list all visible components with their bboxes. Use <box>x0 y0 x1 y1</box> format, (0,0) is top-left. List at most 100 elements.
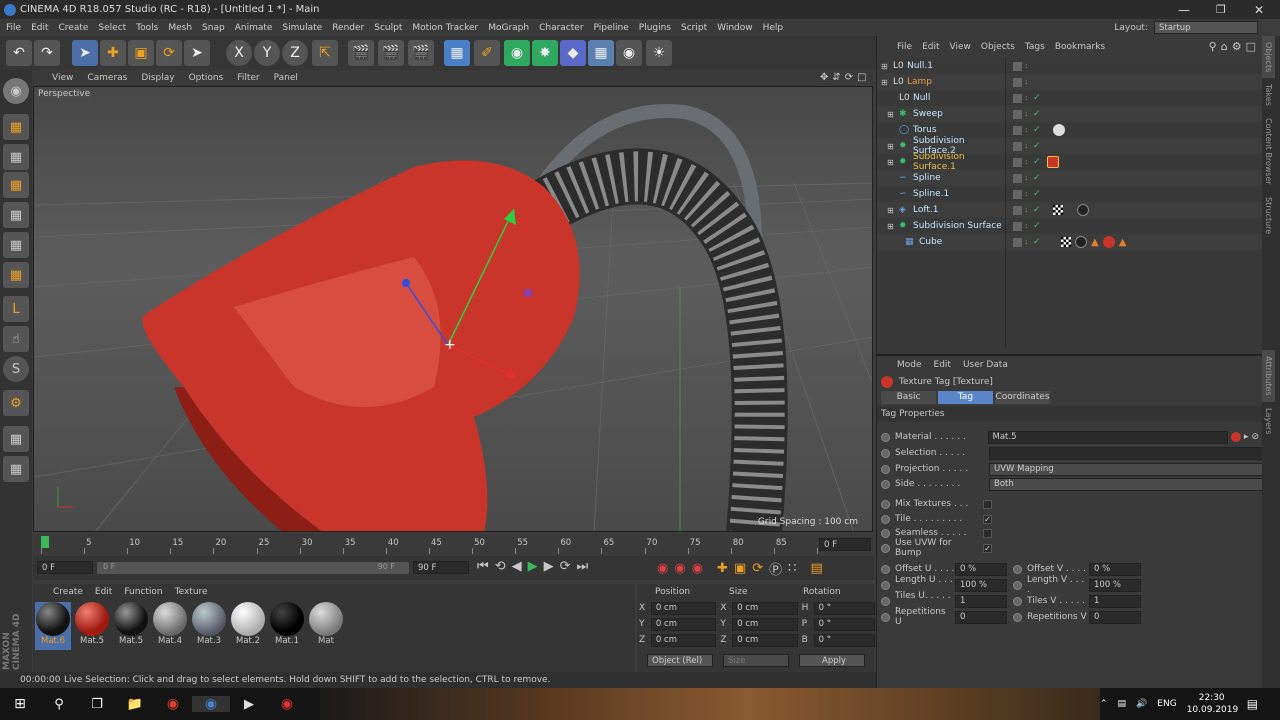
expand-toggle-icon[interactable]: ⊞ <box>887 222 899 231</box>
start-button-icon[interactable]: ⊞ <box>0 696 40 712</box>
size-mode-dropdown[interactable]: Size <box>723 654 789 667</box>
task-view-icon[interactable]: ❐ <box>78 697 116 712</box>
length-v-field[interactable]: 100 % <box>1089 578 1141 592</box>
expand-toggle-icon[interactable]: ⊞ <box>887 158 899 167</box>
menu-motion-tracker[interactable]: Motion Tracker <box>412 23 478 33</box>
material-tag-icon[interactable] <box>1047 156 1059 168</box>
menu-plugins[interactable]: Plugins <box>639 23 671 33</box>
cube-object-icon[interactable]: ▦ <box>444 40 470 66</box>
enabled-check-icon[interactable]: ✓ <box>1033 221 1043 231</box>
point-level-icon[interactable]: ∷ <box>788 561 796 576</box>
expand-icon[interactable]: □ <box>1246 40 1256 53</box>
redo-button[interactable]: ↷ <box>34 40 60 66</box>
checker-tag-icon[interactable] <box>1053 205 1063 215</box>
visibility-dots-icon[interactable]: : <box>1025 62 1033 70</box>
orbit-icon[interactable]: ⟳ <box>845 72 853 83</box>
chrome-icon[interactable]: ◉ <box>154 696 192 712</box>
rep-v-anim-dot[interactable] <box>1013 612 1022 622</box>
tile-anim-dot[interactable] <box>881 514 890 524</box>
clock[interactable]: 22:30 10.09.2019 <box>1187 692 1239 716</box>
minimize-button[interactable]: — <box>1178 3 1190 17</box>
selection-anim-dot[interactable] <box>881 448 890 458</box>
material-item[interactable]: Mat.3 <box>191 602 227 650</box>
tray-expand-icon[interactable]: ⌃ <box>1100 699 1108 709</box>
points-mode-icon[interactable]: ▦ <box>3 202 29 228</box>
visibility-dots-icon[interactable]: : <box>1025 94 1033 102</box>
projection-dropdown[interactable]: UVW Mapping <box>989 462 1269 476</box>
tweak-mode-icon[interactable]: ☝ <box>3 326 29 352</box>
side-dropdown[interactable]: Both <box>989 477 1269 491</box>
expand-toggle-icon[interactable]: ⊞ <box>881 78 893 87</box>
home-icon[interactable]: ⌂ <box>1221 40 1228 53</box>
side-anim-dot[interactable] <box>881 479 890 489</box>
viewport-menu-cameras[interactable]: Cameras <box>87 73 127 83</box>
offset-v-field[interactable]: 0 % <box>1089 562 1141 576</box>
y-axis-button[interactable]: Y <box>254 40 280 66</box>
seamless-anim-dot[interactable] <box>881 528 890 538</box>
previous-key-icon[interactable]: ⟲ <box>495 559 506 574</box>
layer-swatch-icon[interactable] <box>1013 77 1022 87</box>
position-key-icon[interactable]: ✚ <box>717 561 728 576</box>
material-item[interactable]: Mat.5 <box>74 602 110 650</box>
video-app-icon[interactable]: ▶ <box>230 697 268 712</box>
mix-anim-dot[interactable] <box>881 499 890 509</box>
object-row[interactable]: ⊞ L0 Lamp: <box>877 74 1263 90</box>
current-frame-field[interactable]: 0 F <box>819 538 871 551</box>
enabled-check-icon[interactable]: ✓ <box>1033 141 1043 151</box>
visibility-dots-icon[interactable]: : <box>1025 174 1033 182</box>
layer-swatch-icon[interactable] <box>1013 173 1022 183</box>
object-row[interactable]: ▦ Cube: ✓ ▲ ▲ <box>877 234 1263 250</box>
material-item[interactable]: Mat.6 <box>35 602 71 650</box>
material-tag-icon[interactable] <box>1075 236 1087 248</box>
material-link-arrow-icon[interactable]: ▸ <box>1244 432 1249 442</box>
visibility-dots-icon[interactable]: : <box>1025 190 1033 198</box>
side-tab-objects[interactable]: Objects <box>1262 36 1275 79</box>
layout-dropdown[interactable]: Startup <box>1154 21 1258 34</box>
enabled-check-icon[interactable]: ✓ <box>1033 173 1043 183</box>
timeline-window-icon[interactable]: ▤ <box>810 561 822 576</box>
menu-window[interactable]: Window <box>717 23 753 33</box>
autokey-icon[interactable]: ◉ <box>674 561 685 576</box>
visibility-dots-icon[interactable]: : <box>1025 158 1033 166</box>
floor-icon[interactable]: ▦ <box>588 40 614 66</box>
phong-tag-icon[interactable]: ▲ <box>1119 237 1127 248</box>
expand-toggle-icon[interactable]: ⊞ <box>887 110 899 119</box>
visibility-dots-icon[interactable]: : <box>1025 142 1033 150</box>
enabled-check-icon[interactable]: ✓ <box>1033 125 1043 135</box>
length-v-anim-dot[interactable] <box>1013 580 1022 590</box>
zoom-icon[interactable]: ⇵ <box>832 72 840 83</box>
pen-spline-icon[interactable]: ✐ <box>474 40 500 66</box>
frame-range-slider[interactable]: 0 F 90 F <box>97 562 409 574</box>
position-field[interactable]: 0 cm <box>650 633 717 647</box>
rep-v-field[interactable]: 0 <box>1089 610 1141 624</box>
previous-frame-icon[interactable]: ◀ <box>512 559 522 574</box>
side-tab-takes[interactable]: Takes <box>1262 78 1275 112</box>
position-field[interactable]: 0 cm <box>650 617 717 631</box>
object-row[interactable]: ⊞ ✸ Subdivision Surface.1: ✓ <box>877 152 1263 172</box>
layer-swatch-icon[interactable] <box>1013 221 1022 231</box>
menu-mograph[interactable]: MoGraph <box>488 23 529 33</box>
material-menu-function[interactable]: Function <box>124 587 162 597</box>
side-tab-structure[interactable]: Structure <box>1262 191 1275 240</box>
timeline[interactable]: 051015202530354045505560657075808590 0 F <box>33 534 875 556</box>
object-menu-tags[interactable]: Tags <box>1025 42 1045 52</box>
notifications-icon[interactable]: ▤ <box>1247 697 1258 711</box>
menu-render[interactable]: Render <box>332 23 364 33</box>
network-icon[interactable]: ▤ <box>1118 699 1127 709</box>
next-frame-icon[interactable]: ▶ <box>544 559 554 574</box>
side-tab-attributes[interactable]: Attributes <box>1262 350 1275 402</box>
material-anim-dot[interactable] <box>881 432 890 442</box>
checker-tag-icon[interactable] <box>1061 237 1071 247</box>
length-u-field[interactable]: 100 % <box>955 578 1007 592</box>
menu-simulate[interactable]: Simulate <box>282 23 322 33</box>
object-row[interactable]: ⊞ L0 Null.1: <box>877 58 1263 74</box>
layer-swatch-icon[interactable] <box>1013 61 1022 71</box>
material-item[interactable]: Mat.2 <box>230 602 266 650</box>
go-to-end-icon[interactable]: ⏭ <box>577 559 589 574</box>
enabled-check-icon[interactable]: ✓ <box>1033 109 1043 119</box>
scale-key-icon[interactable]: ▣ <box>734 561 746 576</box>
rep-u-anim-dot[interactable] <box>881 612 890 622</box>
maximize-button[interactable]: ❐ <box>1216 3 1226 16</box>
recent-tool-button[interactable]: ➤ <box>184 40 210 66</box>
object-menu-edit[interactable]: Edit <box>922 42 939 52</box>
